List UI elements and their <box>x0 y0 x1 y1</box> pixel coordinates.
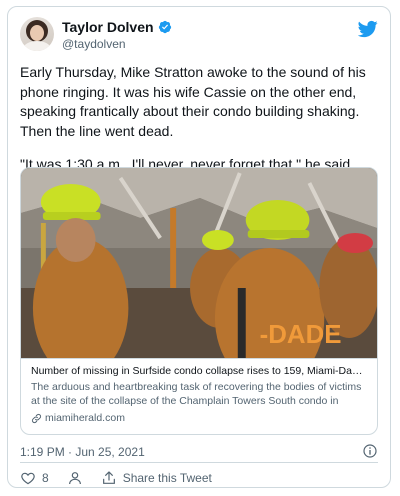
author-profile-button[interactable] <box>67 470 83 486</box>
info-icon[interactable] <box>362 443 378 459</box>
verified-badge-icon <box>158 20 171 34</box>
tweet-paragraph: Early Thursday, Mike Stratton awoke to t… <box>20 64 366 139</box>
like-button[interactable]: 8 <box>20 470 49 486</box>
tweet-meta: 1:19 PM · Jun 25, 2021 <box>20 443 378 461</box>
heart-icon <box>21 472 35 485</box>
divider <box>20 462 378 463</box>
tweet-card: Taylor Dolven @taydolven Early Thursday,… <box>7 6 391 488</box>
link-domain[interactable]: miamiherald.com <box>31 412 367 424</box>
link-card[interactable]: -DADE Number of missing in Surfside cond… <box>20 167 378 435</box>
twitter-bird-icon[interactable] <box>358 19 378 39</box>
link-info[interactable]: Number of missing in Surfside condo coll… <box>21 358 377 434</box>
share-button[interactable]: Share this Tweet <box>101 470 212 486</box>
photo-text: -DADE <box>260 321 342 349</box>
article-photo[interactable]: -DADE <box>21 168 377 358</box>
avatar[interactable] <box>20 17 54 51</box>
author-name-row: Taylor Dolven <box>62 19 172 35</box>
tweet-actions: 8 Share this Tweet <box>20 469 378 487</box>
tweet-text: Early Thursday, Mike Stratton awoke to t… <box>20 63 378 175</box>
share-label: Share this Tweet <box>122 471 212 485</box>
link-title[interactable]: Number of missing in Surfside condo coll… <box>31 365 367 377</box>
link-icon <box>31 413 42 423</box>
timestamp[interactable]: 1:19 PM · Jun 25, 2021 <box>20 445 145 459</box>
link-description: The arduous and heartbreaking task of re… <box>31 381 362 407</box>
like-count: 8 <box>42 471 49 485</box>
share-icon <box>102 471 115 484</box>
author-handle[interactable]: @taydolven <box>62 37 126 51</box>
link-domain-text: miamiherald.com <box>45 412 125 424</box>
author-name[interactable]: Taylor Dolven <box>62 19 154 35</box>
tweet-header: Taylor Dolven @taydolven <box>20 17 378 57</box>
person-icon <box>68 472 81 485</box>
